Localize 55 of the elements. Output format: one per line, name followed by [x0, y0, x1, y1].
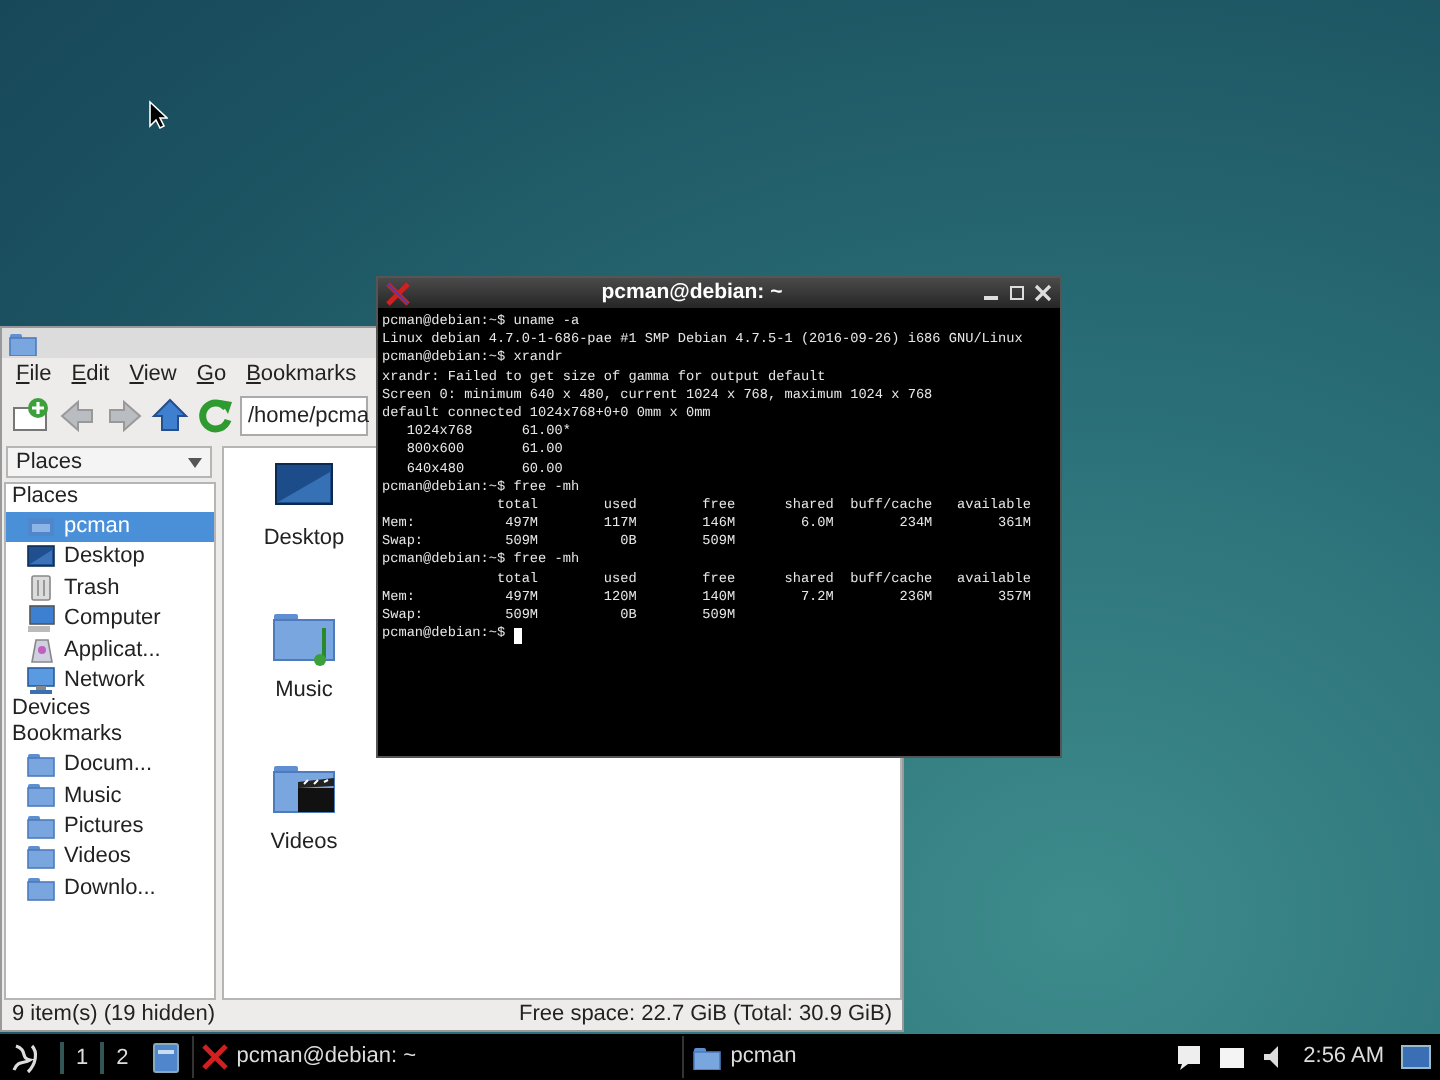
sidebar-item[interactable]: Videos: [6, 842, 214, 873]
computer-icon: [26, 603, 56, 634]
close-button[interactable]: [1034, 284, 1052, 302]
trash-icon: [26, 572, 56, 603]
mouse-pointer-icon: [148, 100, 168, 130]
file-name[interactable]: Desktop: [263, 522, 345, 555]
taskbar-button[interactable]: pcman: [682, 1036, 1163, 1078]
sidebar-item[interactable]: Downlo...: [6, 872, 214, 904]
sidebar-item[interactable]: Trash: [6, 572, 214, 604]
file-manager-launcher-icon[interactable]: [152, 1041, 181, 1073]
clock[interactable]: 2:56 AM: [1303, 1040, 1384, 1074]
folder-icon: [26, 842, 56, 873]
desktop-switcher[interactable]: 1: [60, 1041, 101, 1073]
menu-item[interactable]: File: [6, 358, 62, 392]
reload-button[interactable]: [194, 394, 238, 438]
desktop-switcher[interactable]: 2: [100, 1041, 141, 1073]
folder-icon: [26, 750, 56, 781]
dropdown-caret-icon: [188, 457, 202, 467]
show-desktop-icon[interactable]: [1400, 1044, 1432, 1070]
folder-icon: [26, 780, 56, 811]
section-heading: Places: [10, 484, 81, 511]
menu-item[interactable]: Go: [186, 358, 237, 392]
sidebar-item[interactable]: Network: [6, 664, 214, 696]
sidebar-item[interactable]: Docum...: [6, 749, 214, 781]
network-icon: [26, 665, 56, 696]
file-name[interactable]: Music: [275, 674, 333, 707]
taskbar-button[interactable]: pcman@debian: ~: [192, 1036, 683, 1078]
section-heading: Devices: [10, 695, 93, 723]
sidebar-item[interactable]: Music: [6, 780, 214, 812]
side-pane-selector[interactable]: Places: [6, 446, 212, 478]
terminal-cursor: [513, 627, 522, 644]
terminal-app-icon: [386, 281, 410, 305]
applications-icon: [26, 634, 56, 665]
folder-icon: [692, 1044, 723, 1070]
music-folder-icon: [272, 608, 336, 668]
desktop-icon: [26, 542, 56, 573]
section-heading: Bookmarks: [10, 722, 125, 750]
sidebar-item[interactable]: Desktop: [6, 541, 214, 573]
window-icon[interactable]: [1217, 1045, 1246, 1069]
folder-icon: [8, 330, 38, 356]
folder-icon: [26, 873, 56, 904]
path-field[interactable]: /home/pcma: [240, 396, 368, 436]
menu-item[interactable]: Edit: [61, 358, 120, 392]
window-title: pcman@debian: ~: [599, 277, 785, 308]
sidebar-item[interactable]: Pictures: [6, 811, 214, 843]
sidebar-item[interactable]: Computer: [6, 603, 214, 635]
folder-icon: [26, 811, 56, 842]
free-space: Free space: 22.7 GiB (Total: 30.9 GiB): [519, 1000, 892, 1030]
item-count: 9 item(s) (19 hidden): [12, 1000, 215, 1030]
terminal-app-icon: [202, 1044, 229, 1070]
menu-item[interactable]: View: [119, 358, 187, 392]
maximize-button[interactable]: [1008, 284, 1026, 302]
menu-item[interactable]: Bookmarks: [236, 358, 367, 392]
file-name[interactable]: Videos: [270, 826, 338, 859]
sidebar-item[interactable]: Applicat...: [6, 634, 214, 665]
